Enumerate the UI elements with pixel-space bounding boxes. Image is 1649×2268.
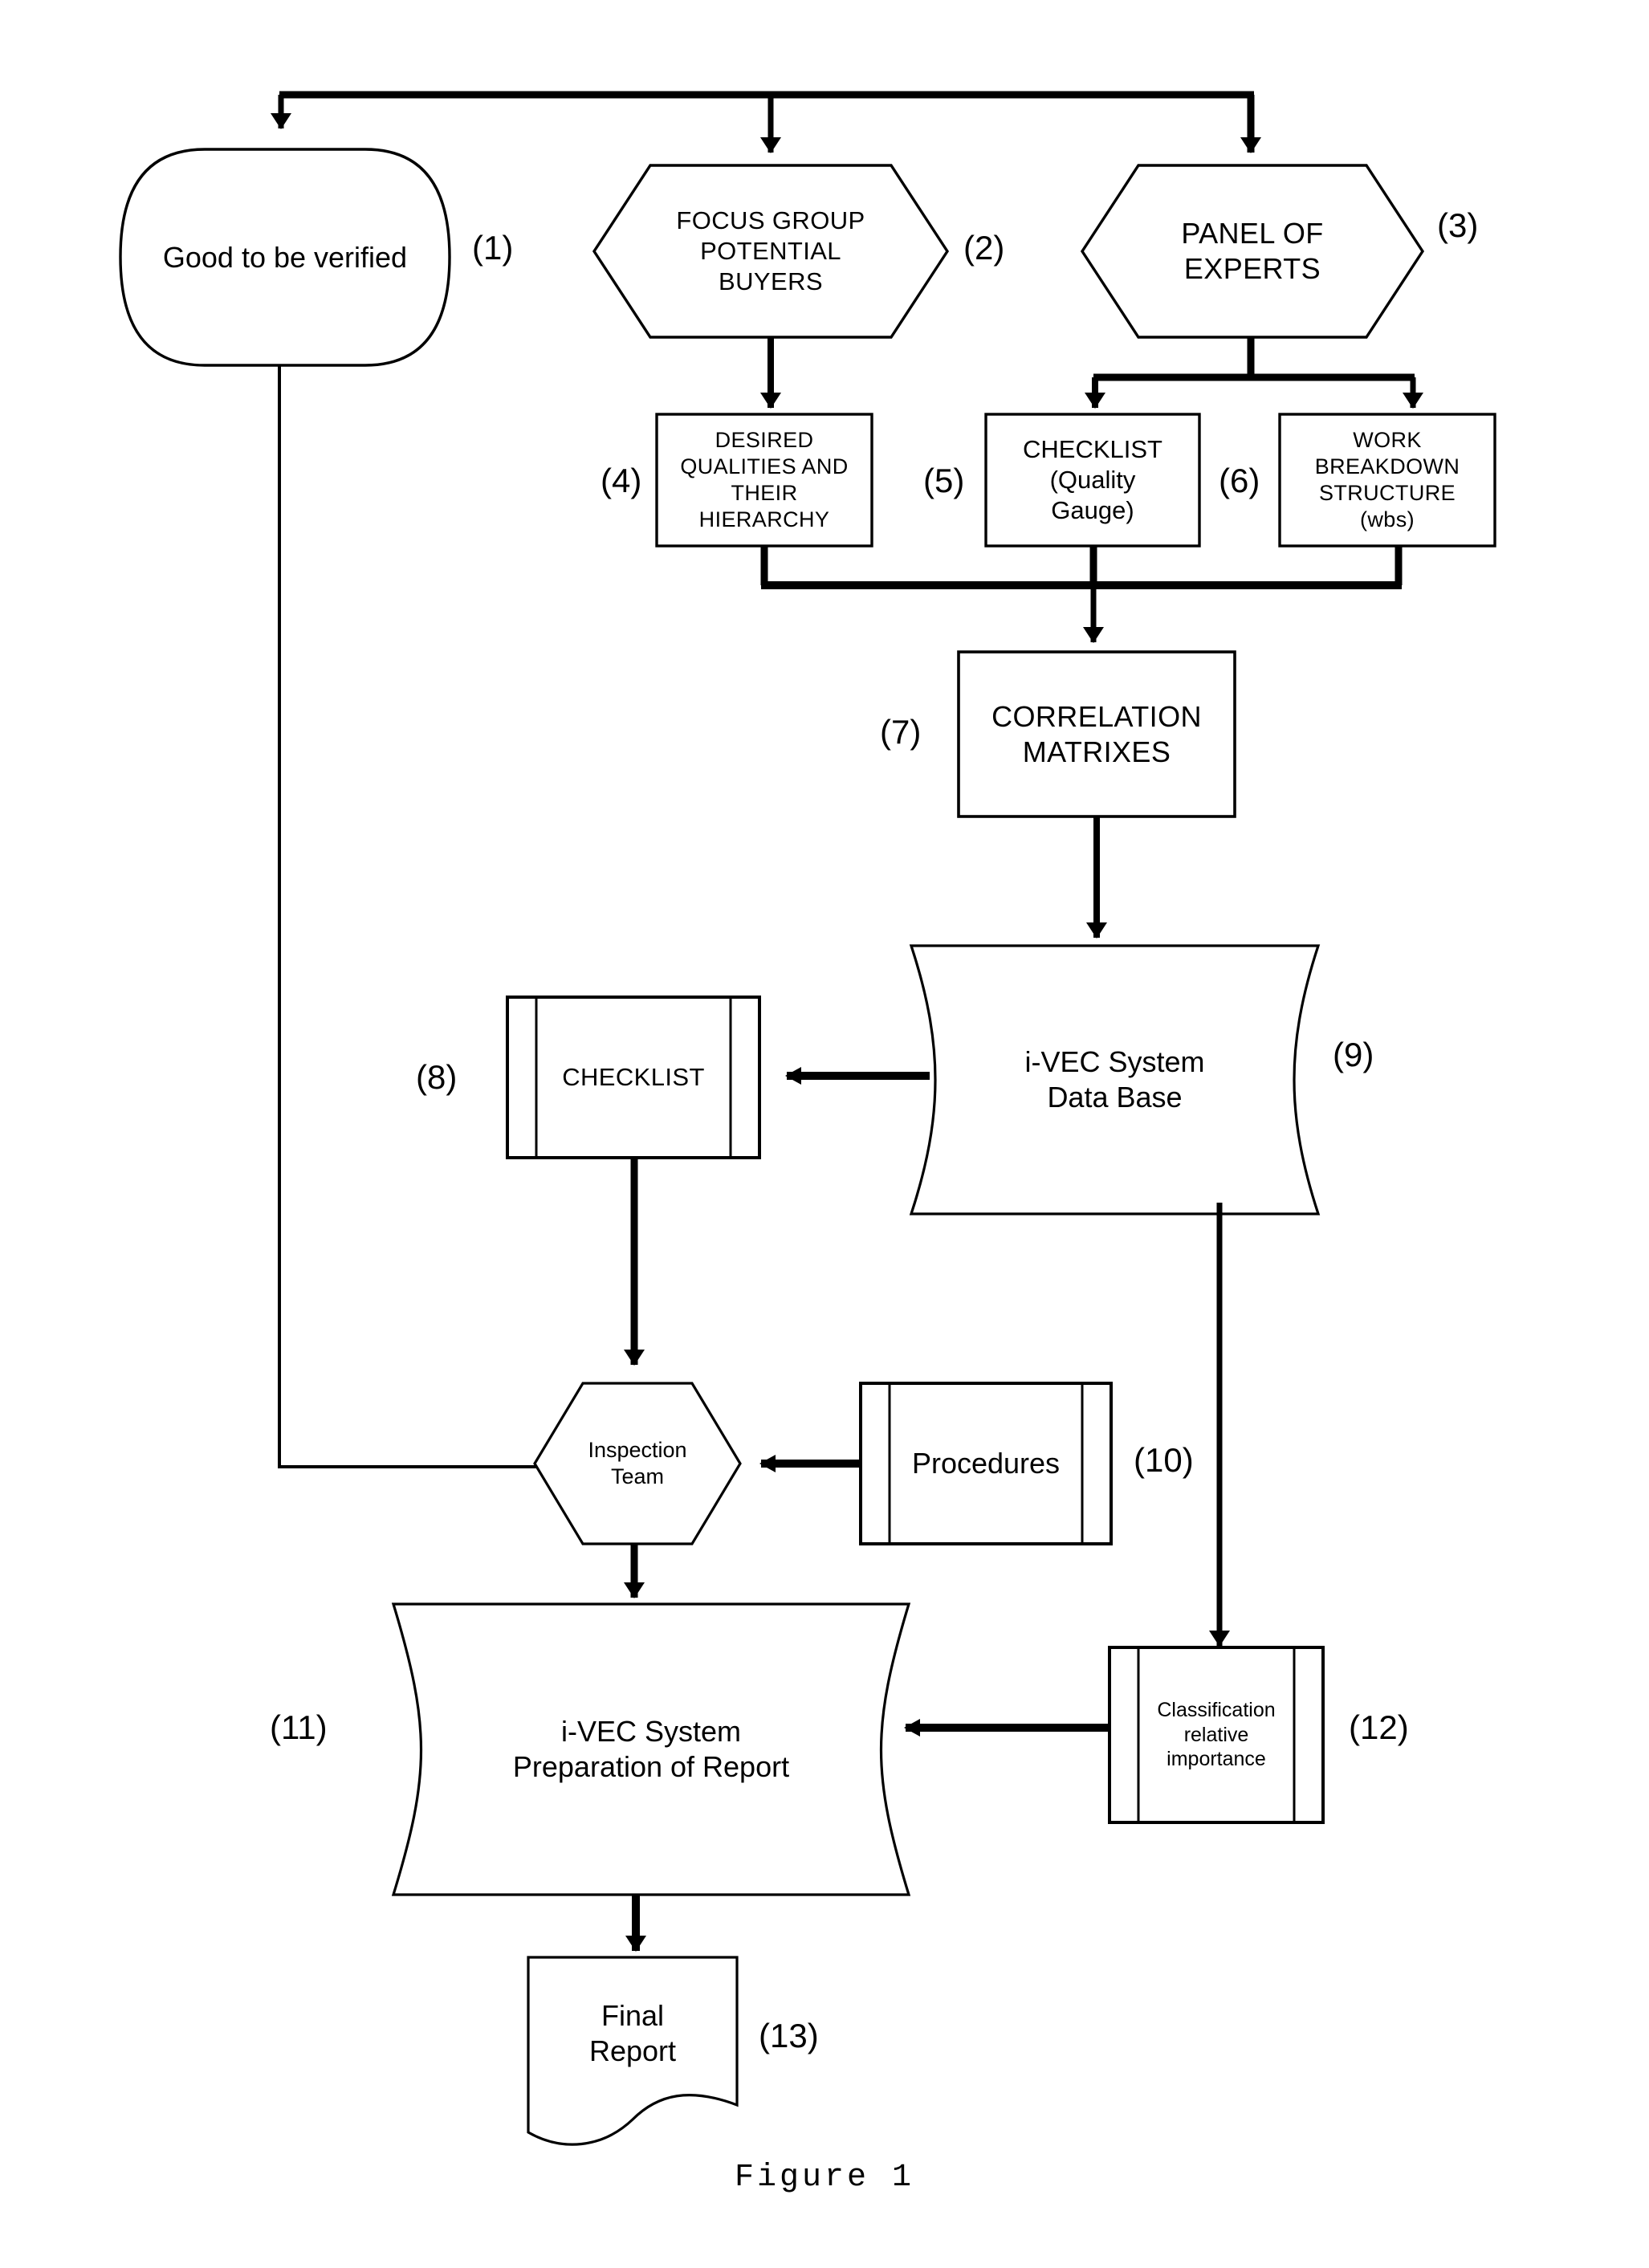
figure-caption: Figure 1 xyxy=(734,2160,915,2196)
node-checklist-quality-gauge[interactable] xyxy=(984,413,1201,548)
ref-number-7: (7) xyxy=(880,713,922,751)
ref-number-10: (10) xyxy=(1134,1441,1194,1479)
node-work-breakdown-structure[interactable] xyxy=(1278,413,1496,548)
ref-number-1: (1) xyxy=(472,229,514,267)
node-focus-group[interactable] xyxy=(592,164,950,339)
node-ivec-database[interactable] xyxy=(909,944,1321,1215)
node-classification-relative-importance[interactable] xyxy=(1108,1646,1325,1824)
node-panel-of-experts[interactable] xyxy=(1080,164,1425,339)
edge-top-bus xyxy=(271,91,1261,153)
node-ivec-report-preparation[interactable] xyxy=(391,1602,911,1896)
node-correlation-matrixes[interactable] xyxy=(957,650,1236,818)
node-procedures[interactable] xyxy=(859,1382,1113,1545)
ref-number-13: (13) xyxy=(759,2017,819,2054)
node-checklist-document[interactable] xyxy=(506,996,761,1159)
figure-page: Good to be verified FOCUS GROUP POTENTIA… xyxy=(0,0,1649,2268)
ref-number-8: (8) xyxy=(416,1058,458,1096)
ref-number-6: (6) xyxy=(1219,462,1260,499)
edge-panel-to-checklist-and-wbs xyxy=(1085,337,1423,409)
ref-number-3: (3) xyxy=(1437,206,1479,244)
flowchart-canvas xyxy=(119,91,1496,2146)
edge-merge-to-correlation-matrixes xyxy=(760,546,1403,643)
ref-number-2: (2) xyxy=(963,229,1005,267)
edge-good-to-inspection-team xyxy=(278,365,555,1475)
ref-number-11: (11) xyxy=(270,1708,328,1746)
node-final-report[interactable] xyxy=(527,1956,739,2146)
ref-number-4: (4) xyxy=(601,462,642,499)
ref-number-5: (5) xyxy=(923,462,965,499)
node-inspection-team[interactable] xyxy=(533,1382,742,1545)
node-desired-qualities[interactable] xyxy=(655,413,873,548)
ref-number-12: (12) xyxy=(1349,1708,1409,1746)
node-good-to-be-verified[interactable] xyxy=(119,148,451,367)
ref-number-9: (9) xyxy=(1333,1036,1374,1073)
